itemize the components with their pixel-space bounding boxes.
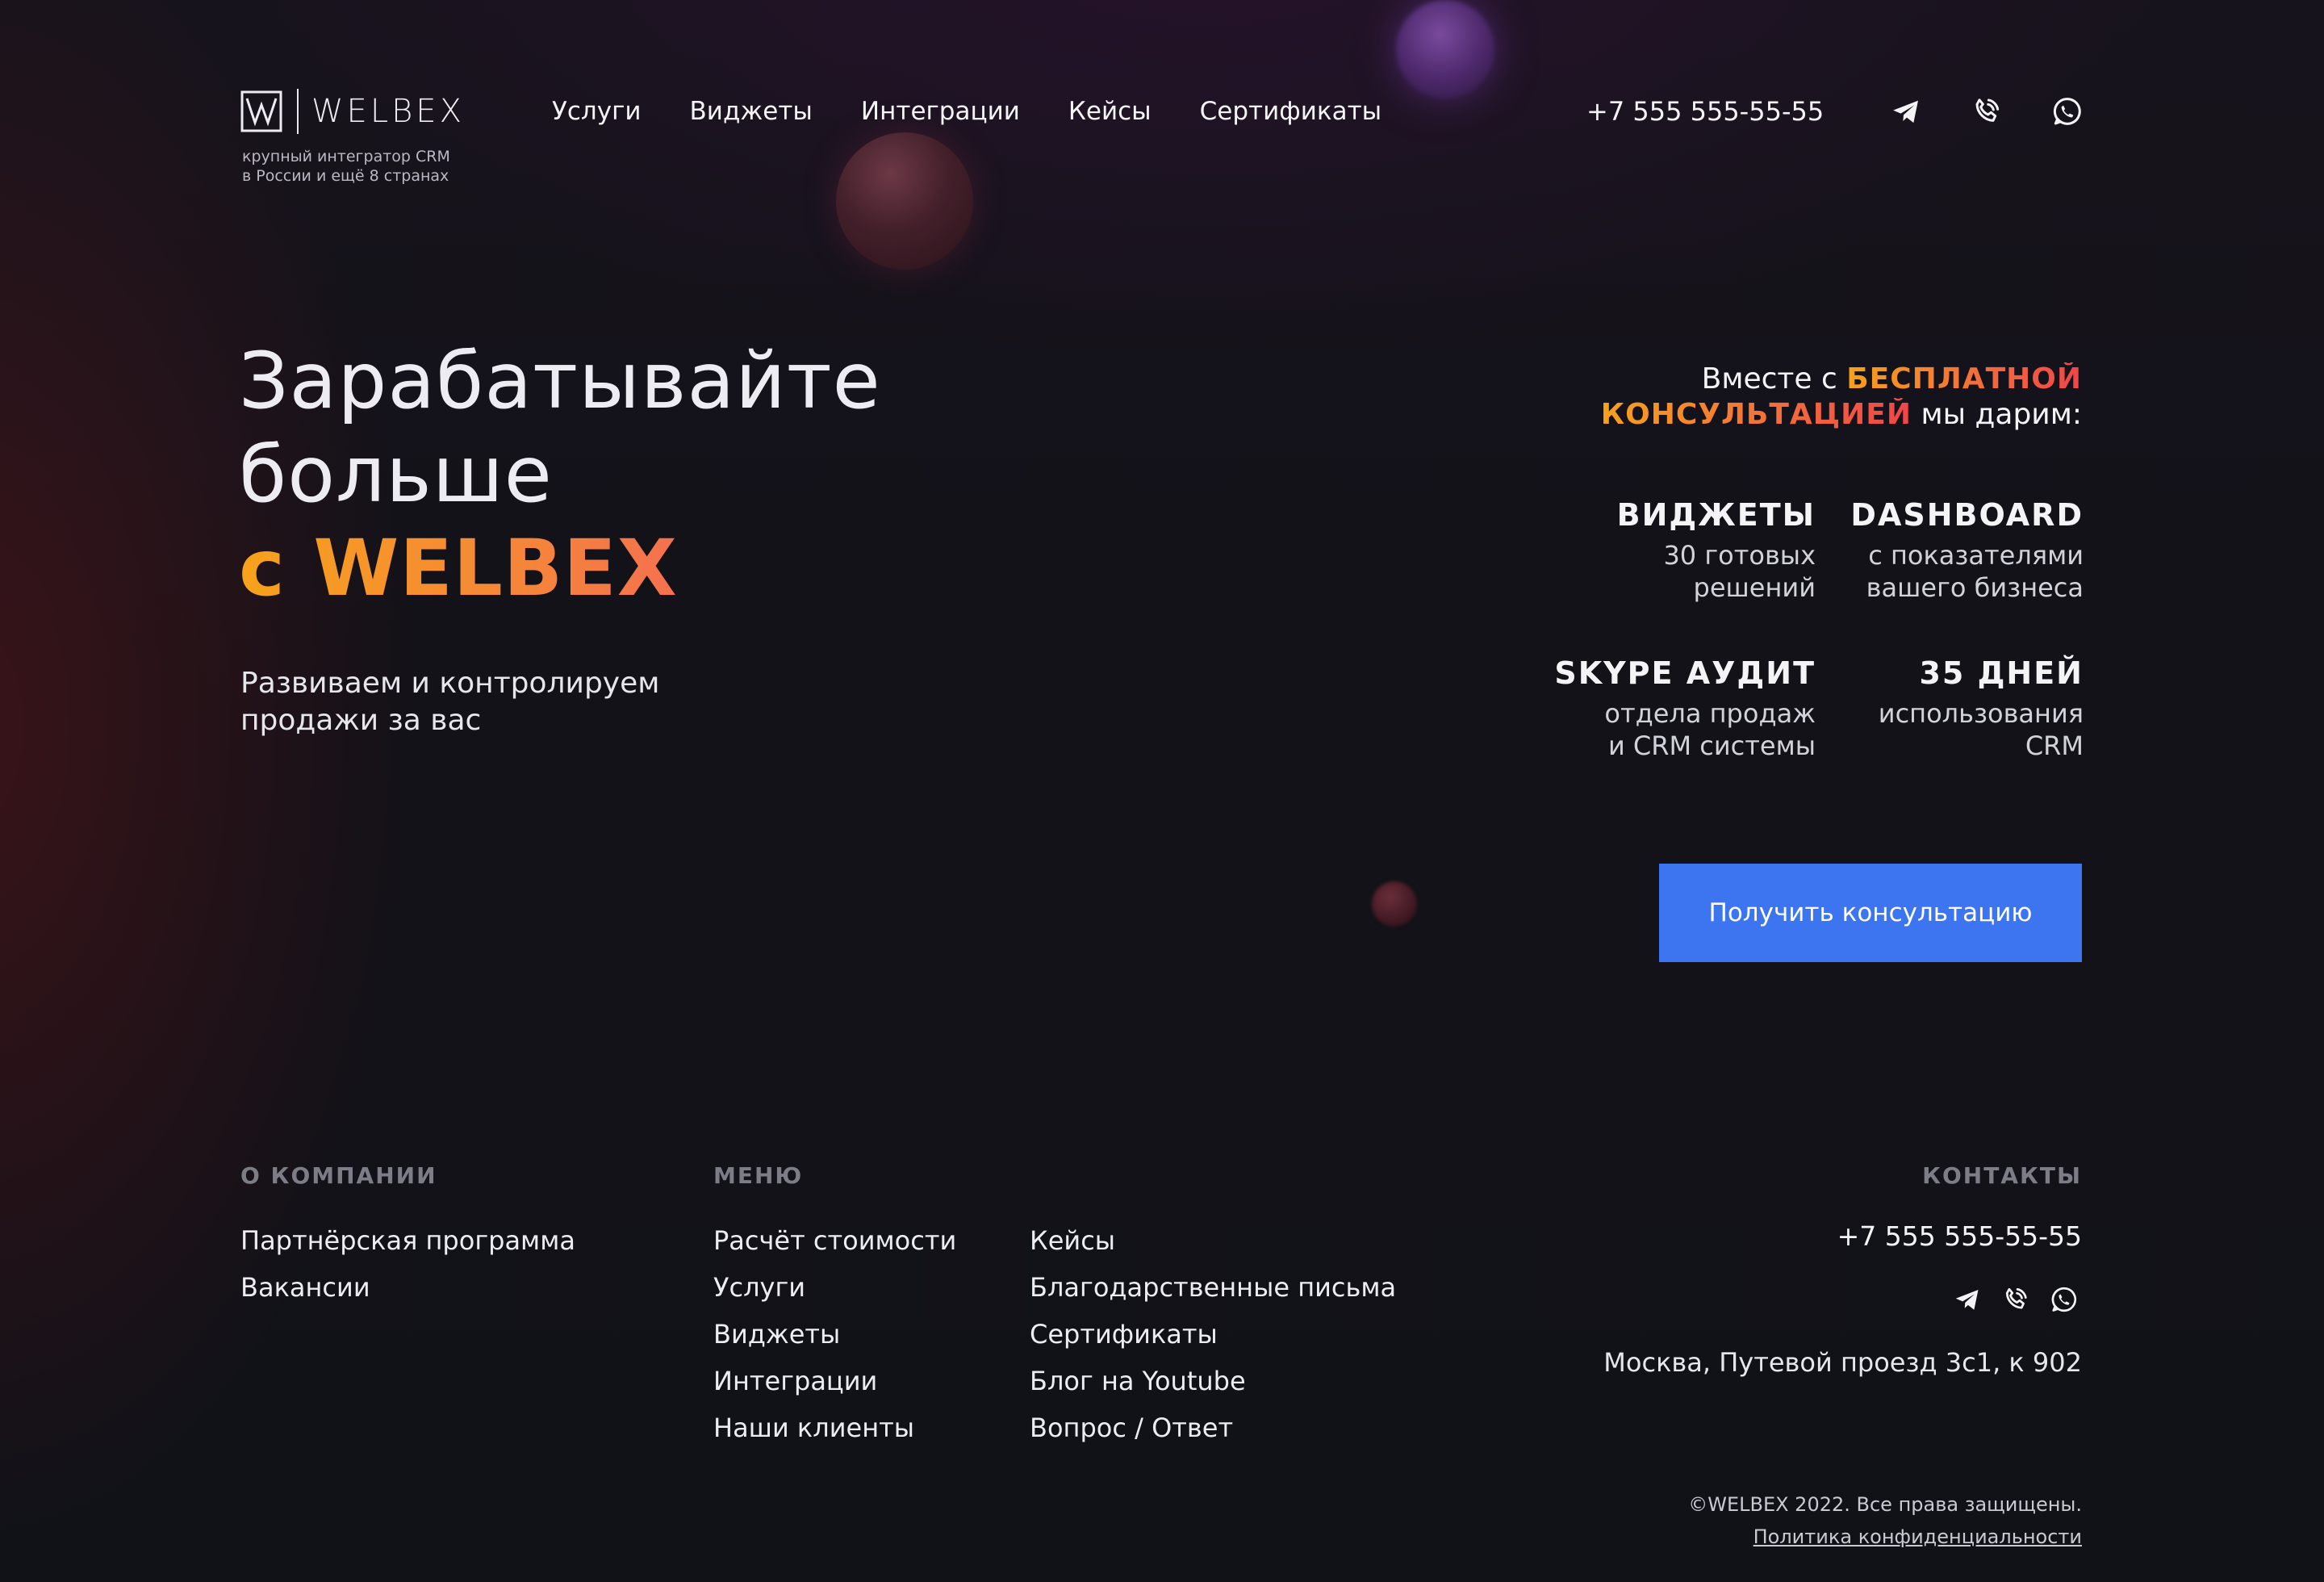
- footer-link-youtube-blog[interactable]: Блог на Youtube: [1030, 1366, 1246, 1396]
- list-item[interactable]: Благодарственные письма: [1030, 1264, 1396, 1311]
- telegram-icon[interactable]: [1953, 1285, 1982, 1314]
- list-item[interactable]: Вопрос / Ответ: [1030, 1404, 1396, 1451]
- tagline-line: в России и ещё 8 странах: [242, 167, 449, 185]
- footer-about-heading: О КОМПАНИИ: [240, 1162, 437, 1189]
- hero-title-line: больше: [239, 429, 553, 520]
- footer-address: Москва, Путевой проезд 3с1, к 902: [1603, 1347, 2082, 1378]
- nav-item-cases[interactable]: Кейсы: [1068, 95, 1152, 128]
- logo-icon: [240, 90, 282, 132]
- get-consultation-button[interactable]: Получить консультацию: [1659, 864, 2082, 962]
- offer-intro-highlight: БЕСПЛАТНОЙ: [1846, 362, 2082, 396]
- landing-page: WELBEX крупный интегратор CRM в России и…: [0, 0, 2324, 1582]
- offer-intro-highlight: КОНСУЛЬТАЦИЕЙ: [1600, 398, 1912, 431]
- hero-subtitle: Развиваем и контролируем продажи за вас: [240, 665, 725, 739]
- tagline-line: крупный интегратор CRM: [242, 148, 450, 165]
- whatsapp-icon[interactable]: [2051, 95, 2084, 128]
- footer-link-faq[interactable]: Вопрос / Ответ: [1030, 1412, 1233, 1443]
- logo-tagline: крупный интегратор CRM в России и ещё 8 …: [242, 147, 500, 186]
- logo-separator: [297, 89, 299, 134]
- footer-link-cases[interactable]: Кейсы: [1030, 1225, 1115, 1256]
- privacy-policy-link[interactable]: Политика конфиденциальности: [1753, 1524, 2082, 1550]
- main-nav: Услуги Виджеты Интеграции Кейсы Сертифик…: [552, 95, 1430, 128]
- feature-desc-line: CRM: [2025, 730, 2084, 761]
- decorative-sphere: [836, 132, 973, 270]
- list-item[interactable]: Вакансии: [240, 1264, 575, 1311]
- footer-phone[interactable]: +7 555 555-55-55: [1837, 1217, 2082, 1256]
- footer-link-pricing[interactable]: Расчёт стоимости: [713, 1225, 956, 1256]
- footer-link-partner-program[interactable]: Партнёрская программа: [240, 1225, 575, 1256]
- list-item[interactable]: Кейсы: [1030, 1217, 1396, 1264]
- footer-menu-col1: Расчёт стоимости Услуги Виджеты Интеграц…: [713, 1217, 956, 1451]
- hero-subtitle-line: Развиваем и контролируем: [240, 667, 660, 700]
- phone-icon[interactable]: [2001, 1285, 2030, 1314]
- feature-title: DASHBOARD: [1850, 497, 2084, 533]
- footer-link-integrations[interactable]: Интеграции: [713, 1366, 877, 1396]
- nav-item-integrations[interactable]: Интеграции: [861, 95, 1020, 128]
- feature-description: использования CRM: [1745, 697, 2084, 762]
- footer-link-vacancies[interactable]: Вакансии: [240, 1272, 370, 1303]
- footer-menu-col2: Кейсы Благодарственные письма Сертификат…: [1030, 1217, 1396, 1451]
- list-item[interactable]: Наши клиенты: [713, 1404, 956, 1451]
- feature-trial-days: 35 ДНЕЙ использования CRM: [1745, 654, 2084, 762]
- nav-item-certificates[interactable]: Сертификаты: [1200, 95, 1382, 128]
- header-messengers: [1890, 95, 2084, 128]
- feature-desc-line: вашего бизнеса: [1866, 572, 2084, 603]
- footer-link-clients[interactable]: Наши клиенты: [713, 1412, 914, 1443]
- offer-intro: Вместе с БЕСПЛАТНОЙ КОНСУЛЬТАЦИЕЙ мы дар…: [1517, 362, 2082, 433]
- copyright-text: ©WELBEX 2022. Все права защищены.: [1688, 1493, 2082, 1516]
- feature-dashboard: DASHBOARD с показателями вашего бизнеса: [1745, 496, 2084, 604]
- whatsapp-icon[interactable]: [2050, 1285, 2079, 1314]
- footer-contacts-heading: КОНТАКТЫ: [1922, 1162, 2082, 1189]
- list-item[interactable]: Интеграции: [713, 1358, 956, 1404]
- hero-title-accent: с WELBEX: [239, 521, 881, 615]
- decorative-sphere: [1396, 0, 1494, 98]
- footer-link-services[interactable]: Услуги: [713, 1272, 805, 1303]
- footer-link-widgets[interactable]: Виджеты: [713, 1319, 840, 1350]
- footer-link-thank-you-letters[interactable]: Благодарственные письма: [1030, 1272, 1396, 1303]
- hero-subtitle-line: продажи за вас: [240, 704, 482, 737]
- offer-intro-suffix: мы дарим:: [1912, 398, 2082, 431]
- footer-messengers: [1953, 1285, 2079, 1314]
- feature-desc-line: использования: [1878, 698, 2084, 729]
- header-phone[interactable]: +7 555 555-55-55: [1586, 95, 1824, 128]
- feature-desc-line: с показателями: [1868, 540, 2084, 571]
- nav-item-widgets[interactable]: Виджеты: [690, 95, 813, 128]
- list-item[interactable]: Услуги: [713, 1264, 956, 1311]
- list-item[interactable]: Партнёрская программа: [240, 1217, 575, 1264]
- logo-wordmark: WELBEX: [311, 93, 465, 130]
- hero-title-line: Зарабатывайте: [239, 336, 881, 426]
- telegram-icon[interactable]: [1890, 95, 1922, 128]
- feature-description: с показателями вашего бизнеса: [1745, 539, 2084, 604]
- offer-intro-prefix: Вместе с: [1701, 362, 1847, 396]
- nav-item-services[interactable]: Услуги: [552, 95, 642, 128]
- feature-title: 35 ДНЕЙ: [1919, 655, 2084, 691]
- phone-icon[interactable]: [1971, 95, 2003, 128]
- list-item[interactable]: Расчёт стоимости: [713, 1217, 956, 1264]
- list-item[interactable]: Виджеты: [713, 1311, 956, 1358]
- footer-link-certificates[interactable]: Сертификаты: [1030, 1319, 1218, 1350]
- list-item[interactable]: Сертификаты: [1030, 1311, 1396, 1358]
- decorative-sphere: [1372, 881, 1417, 927]
- hero-title: Зарабатывайте больше с WELBEX: [239, 334, 881, 615]
- footer-about-list: Партнёрская программа Вакансии: [240, 1217, 575, 1311]
- footer-menu-heading: МЕНЮ: [713, 1162, 804, 1189]
- list-item[interactable]: Блог на Youtube: [1030, 1358, 1396, 1404]
